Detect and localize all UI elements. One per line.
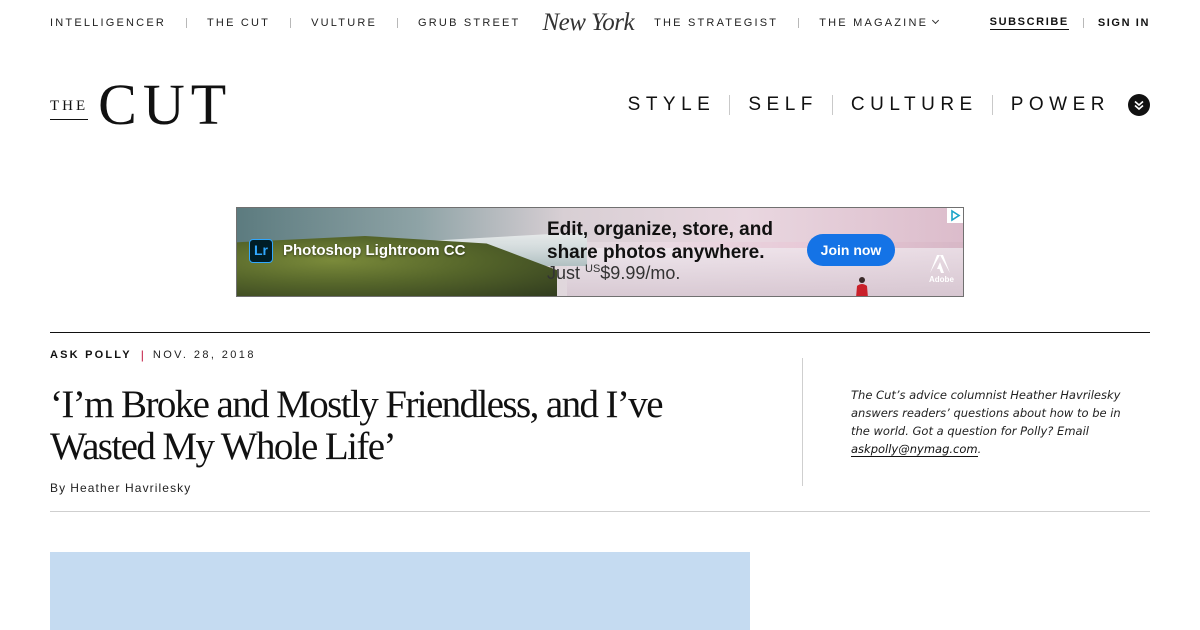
divider (802, 358, 803, 486)
subscribe-link[interactable]: SUBSCRIBE (989, 16, 1069, 30)
menu-button[interactable] (1128, 94, 1150, 116)
lightroom-icon: Lr (249, 239, 273, 263)
ad-price-currency: US (585, 263, 601, 275)
nav-style[interactable]: STYLE (628, 94, 716, 116)
article-kicker: ASK POLLY | NOV. 28, 2018 (50, 348, 256, 362)
ad-product-name: Photoshop Lightroom CC (283, 242, 466, 259)
email-link[interactable]: askpolly@nymag.com (851, 442, 978, 457)
adobe-logo: Adobe (929, 255, 954, 284)
network-links-right: THE STRATEGIST THE MAGAZINE (654, 16, 940, 29)
ad-headline: Edit, organize, store, and share photos … (547, 218, 773, 264)
byline-prefix: By (50, 481, 67, 495)
ad-price-prefix: Just (547, 263, 586, 283)
divider (50, 332, 1150, 333)
site-header: THE CUT STYLE SELF CULTURE POWER (50, 76, 1150, 140)
nav-self[interactable]: SELF (748, 94, 818, 116)
rubric-link[interactable]: ASK POLLY (50, 349, 132, 361)
logo-the: THE (50, 98, 89, 120)
divider (397, 18, 399, 28)
ad-price: Just US$9.99/mo. (547, 263, 680, 284)
section-nav: STYLE SELF CULTURE POWER (628, 94, 1150, 116)
publish-date: NOV. 28, 2018 (152, 349, 256, 361)
divider (50, 511, 1150, 512)
new-york-logo[interactable]: New York (542, 10, 634, 35)
ad-banner[interactable]: Lr Photoshop Lightroom CC Edit, organize… (236, 207, 964, 297)
divider (991, 95, 993, 115)
join-now-button[interactable]: Join now (807, 234, 895, 266)
ad-price-amount: $9.99/mo. (600, 263, 681, 283)
the-cut-logo[interactable]: THE CUT (50, 76, 232, 136)
series-description-end: . (977, 442, 982, 456)
nav-power[interactable]: POWER (1011, 94, 1110, 116)
ad-headline-line-1: Edit, organize, store, and (547, 219, 773, 240)
byline: By Heather Havrilesky (50, 481, 191, 495)
divider (798, 18, 800, 28)
divider (290, 18, 292, 28)
kicker-separator: | (140, 348, 144, 362)
ad-headline-line-2: share photos anywhere. (547, 242, 765, 263)
author-link[interactable]: Heather Havrilesky (70, 481, 191, 495)
network-link-the-strategist[interactable]: THE STRATEGIST (654, 17, 778, 29)
chevron-down-icon (932, 16, 940, 25)
adobe-icon (930, 255, 950, 273)
series-description-text: The Cut’s advice columnist Heather Havri… (851, 388, 1121, 438)
lead-image (50, 552, 750, 630)
logo-cut: CUT (98, 72, 233, 137)
double-chevron-down-icon (1134, 100, 1144, 111)
article-headline: ‘I’m Broke and Mostly Friendless, and I’… (50, 383, 664, 468)
network-link-the-magazine[interactable]: THE MAGAZINE (819, 16, 940, 29)
network-link-grub-street[interactable]: GRUB STREET (418, 17, 520, 29)
series-description: The Cut’s advice columnist Heather Havri… (851, 386, 1141, 458)
adchoices-icon[interactable] (947, 208, 963, 223)
divider (729, 95, 731, 115)
divider (186, 18, 188, 28)
account-links: SUBSCRIBE SIGN IN (989, 16, 1150, 30)
network-bar: INTELLIGENCER THE CUT VULTURE GRUB STREE… (50, 8, 1150, 38)
network-link-the-cut[interactable]: THE CUT (207, 17, 270, 29)
divider (831, 95, 833, 115)
network-link-intelligencer[interactable]: INTELLIGENCER (50, 17, 166, 29)
person-icon (856, 277, 868, 296)
nav-culture[interactable]: CULTURE (851, 94, 978, 116)
divider (1082, 18, 1084, 28)
network-links-left: INTELLIGENCER THE CUT VULTURE GRUB STREE… (50, 17, 520, 29)
network-link-vulture[interactable]: VULTURE (311, 17, 377, 29)
page: INTELLIGENCER THE CUT VULTURE GRUB STREE… (0, 0, 1200, 630)
adobe-label: Adobe (929, 275, 954, 284)
sign-in-link[interactable]: SIGN IN (1098, 17, 1150, 29)
the-magazine-label: THE MAGAZINE (819, 17, 929, 29)
